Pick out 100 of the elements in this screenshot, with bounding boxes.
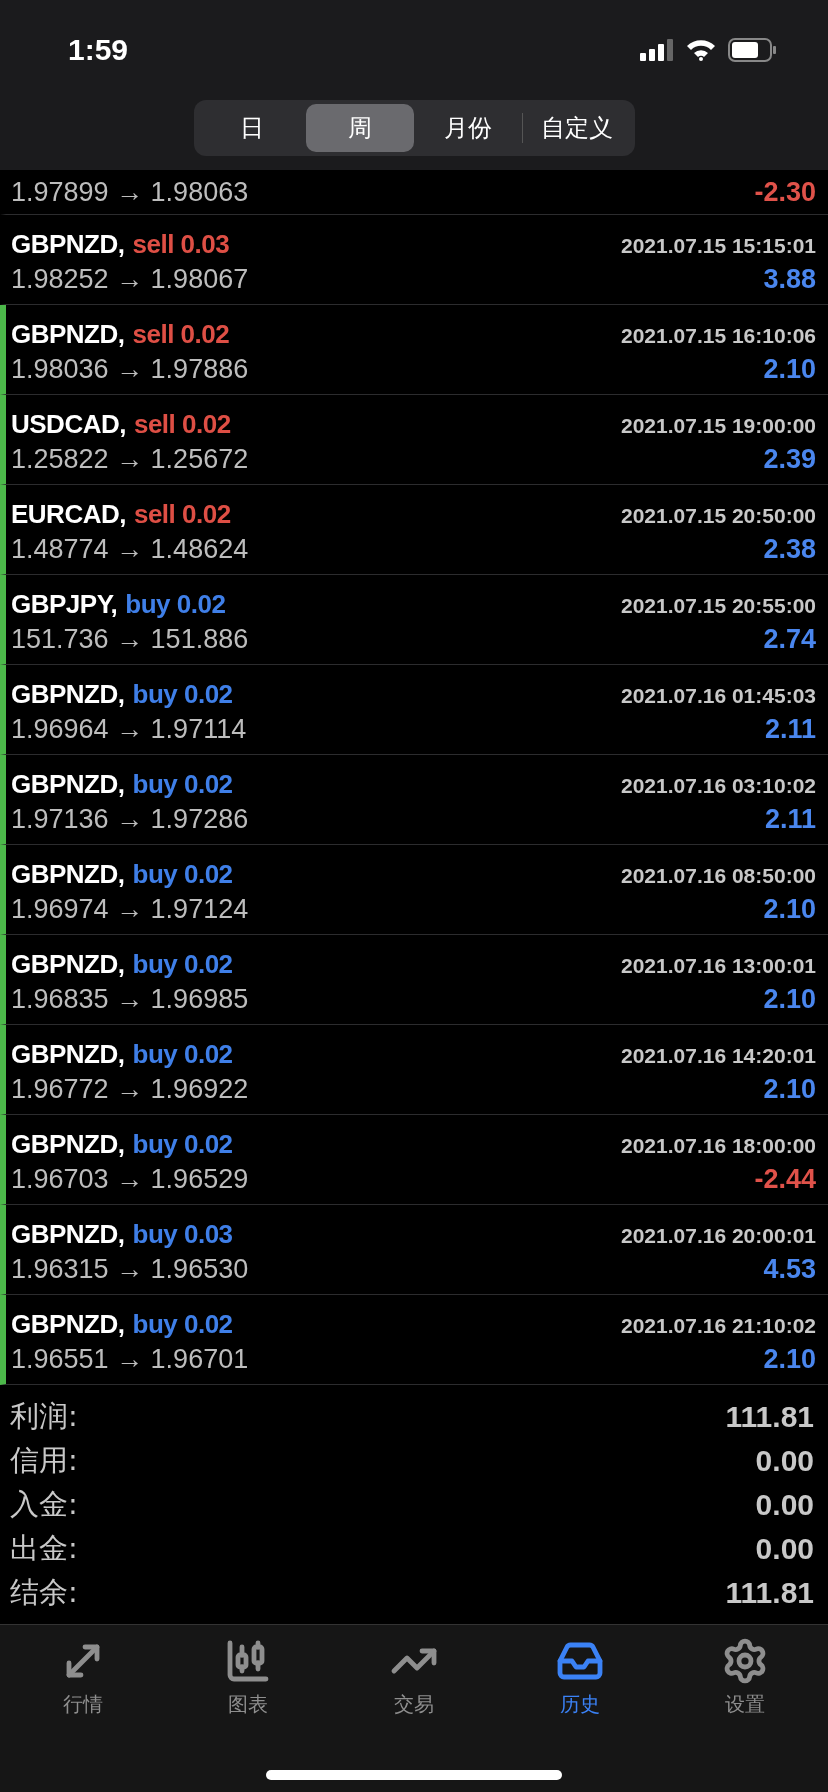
price-range: 1.98036 → 1.97886 (11, 353, 249, 385)
order-type: sell 0.03 (132, 228, 230, 260)
price-range: 1.96964 → 1.97114 (11, 713, 247, 745)
symbol: GBPNZD, (11, 768, 125, 800)
deal-row[interactable]: USDCAD, sell 0.02 2021.07.15 19:00:00 1.25822 → 1.25672 2.39 (0, 395, 828, 485)
profit-value: 2.39 (763, 443, 816, 475)
tab-bar-item[interactable]: 交易 (354, 1637, 474, 1718)
summary-value: 0.00 (755, 1488, 814, 1522)
symbol: GBPNZD, (11, 678, 125, 710)
profit-value: -2.30 (754, 176, 816, 208)
price-range: 1.96835 → 1.96985 (11, 983, 249, 1015)
period-tab[interactable]: 周 (305, 104, 414, 152)
summary-label: 入金: (10, 1486, 78, 1523)
deal-row[interactable]: GBPNZD, sell 0.03 2021.07.15 15:15:01 1.98252 → 1.98067 3.88 (0, 215, 828, 305)
deal-time: 2021.07.16 18:00:00 (621, 1133, 816, 1158)
profit-value: -2.44 (754, 1163, 816, 1195)
profit-value: 4.53 (763, 1253, 816, 1285)
symbol: GBPNZD, (11, 1218, 125, 1250)
symbol: GBPNZD, (11, 948, 125, 980)
deal-row[interactable]: GBPNZD, sell 0.02 2021.07.15 16:10:06 1.98036 → 1.97886 2.10 (0, 305, 828, 395)
symbol: GBPNZD, (11, 228, 125, 260)
deal-time: 2021.07.15 20:50:00 (621, 503, 816, 528)
order-type: buy 0.02 (132, 1308, 233, 1340)
wifi-icon (686, 39, 716, 61)
symbol: EURCAD, (11, 498, 126, 530)
price-range: 151.736 → 151.886 (11, 623, 249, 655)
order-type: buy 0.02 (132, 1128, 233, 1160)
order-type: buy 0.02 (125, 588, 226, 620)
symbol: GBPNZD, (11, 1038, 125, 1070)
deal-time: 2021.07.15 20:55:00 (621, 593, 816, 618)
deal-time: 2021.07.16 03:10:02 (621, 773, 816, 798)
deal-row[interactable]: GBPJPY, buy 0.02 2021.07.15 20:55:00 151.736 → 151.886 2.74 (0, 575, 828, 665)
order-type: sell 0.02 (133, 498, 231, 530)
order-type: buy 0.02 (132, 678, 233, 710)
deal-time: 2021.07.16 01:45:03 (621, 683, 816, 708)
deal-time: 2021.07.16 13:00:01 (621, 953, 816, 978)
order-type: buy 0.02 (132, 948, 233, 980)
deal-time: 2021.07.16 08:50:00 (621, 863, 816, 888)
profit-value: 2.74 (763, 623, 816, 655)
profit-value: 2.11 (764, 713, 816, 745)
summary-label: 出金: (10, 1530, 78, 1567)
order-type: sell 0.02 (133, 408, 231, 440)
profit-value: 3.88 (763, 263, 816, 295)
status-time: 1:59 (68, 33, 129, 67)
order-type: buy 0.02 (132, 858, 233, 890)
period-tab[interactable]: 日 (197, 104, 306, 152)
deal-row[interactable]: GBPNZD, buy 0.03 2021.07.16 20:00:01 1.96315 → 1.96530 4.53 (0, 1205, 828, 1295)
price-range: 1.96551 → 1.96701 (11, 1343, 249, 1375)
deal-row[interactable]: GBPNZD, buy 0.02 2021.07.16 01:45:03 1.96964 → 1.97114 2.11 (0, 665, 828, 755)
price-range: 1.96974 → 1.97124 (11, 893, 249, 925)
price-range: 1.96315 → 1.96530 (11, 1253, 249, 1285)
tab-bar-item[interactable]: 行情 (22, 1637, 143, 1718)
symbol: GBPNZD, (11, 1308, 125, 1340)
tab-bar-item[interactable]: 设置 (685, 1637, 806, 1718)
price-range: 1.96703 → 1.96529 (11, 1163, 249, 1195)
deal-time: 2021.07.15 16:10:06 (621, 323, 816, 348)
summary-value: 0.00 (755, 1444, 814, 1478)
symbol: GBPJPY, (11, 588, 118, 620)
deal-time: 2021.07.16 14:20:01 (621, 1043, 816, 1068)
order-type: buy 0.02 (132, 1038, 233, 1070)
deal-row[interactable]: GBPNZD, buy 0.02 2021.07.16 08:50:00 1.96974 → 1.97124 2.10 (0, 845, 828, 935)
symbol: GBPNZD, (11, 1128, 125, 1160)
summary-value: 0.00 (755, 1532, 814, 1566)
deal-time: 2021.07.15 15:15:01 (621, 233, 816, 258)
summary-label: 信用: (10, 1442, 78, 1479)
deal-time: 2021.07.15 19:00:00 (621, 413, 816, 438)
symbol: USDCAD, (11, 408, 126, 440)
deal-row[interactable]: GBPNZD, buy 0.02 2021.07.16 18:00:00 1.96703 → 1.96529 -2.44 (0, 1115, 828, 1205)
profit-value: 2.10 (763, 983, 816, 1015)
price-range: 1.98252 → 1.98067 (11, 263, 249, 295)
order-type: buy 0.02 (132, 768, 233, 800)
deal-row[interactable]: GBPNZD, buy 0.02 2021.07.16 13:00:01 1.96835 → 1.96985 2.10 (0, 935, 828, 1025)
profit-value: 2.38 (763, 533, 816, 565)
price-range: 1.25822 → 1.25672 (11, 443, 249, 475)
profit-value: 2.10 (763, 1343, 816, 1375)
deal-row[interactable]: GBPNZD, buy 0.02 2021.07.16 21:10:02 1.96551 → 1.96701 2.10 (0, 1295, 828, 1385)
battery-icon (728, 38, 778, 62)
tab-bar-item[interactable]: 图表 (188, 1637, 309, 1718)
order-type: buy 0.03 (132, 1218, 233, 1250)
symbol: GBPNZD, (11, 318, 125, 350)
summary-value: 111.81 (725, 1400, 814, 1434)
deal-row[interactable]: EURCAD, sell 0.02 2021.07.15 20:50:00 1.48774 → 1.48624 2.38 (0, 485, 828, 575)
summary-label: 结余: (10, 1574, 78, 1611)
deal-time: 2021.07.16 20:00:01 (621, 1223, 816, 1248)
deal-row[interactable]: GBPNZD, buy 0.02 2021.07.16 03:10:02 1.97136 → 1.97286 2.11 (0, 755, 828, 845)
deal-row[interactable]: GBPNZD, buy 0.02 2021.07.16 14:20:01 1.96772 → 1.96922 2.10 (0, 1025, 828, 1115)
price-range: 1.48774 → 1.48624 (11, 533, 249, 565)
price-range: 1.97136 → 1.97286 (11, 803, 249, 835)
symbol: GBPNZD, (11, 858, 125, 890)
tab-bar-item[interactable]: 历史 (519, 1637, 640, 1718)
price-range: 1.96772 → 1.96922 (11, 1073, 249, 1105)
profit-value: 2.10 (763, 1073, 816, 1105)
signal-icon (640, 39, 674, 61)
period-tab[interactable]: 自定义 (522, 104, 631, 152)
profit-value: 2.10 (763, 893, 816, 925)
summary-label: 利润: (10, 1398, 78, 1435)
profit-value: 2.10 (763, 353, 816, 385)
period-tab[interactable]: 月份 (413, 104, 522, 152)
profit-value: 2.11 (764, 803, 816, 835)
order-type: sell 0.02 (132, 318, 230, 350)
